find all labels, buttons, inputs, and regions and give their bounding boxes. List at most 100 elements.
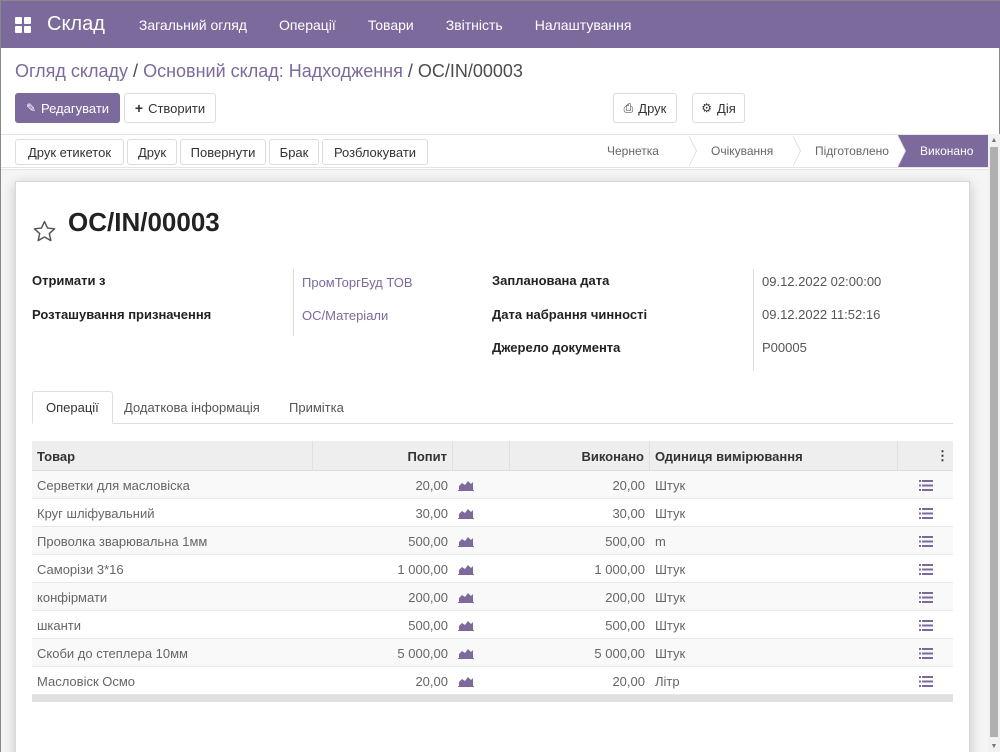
table-row[interactable]: Круг шліфувальний 30,00 30,00 Штук [32,499,953,527]
breadcrumb-separator: / [133,61,144,81]
uom-cell: Літр [655,673,680,689]
done-cell[interactable]: 5 000,00 [510,639,650,667]
field-divider [753,269,754,371]
record-title: OC/IN/00003 [68,207,220,237]
breadcrumb-overview[interactable]: Огляд складу [15,61,128,81]
demand-cell: 20,00 [415,673,448,689]
menu-operations[interactable]: Операції [263,1,352,48]
create-button[interactable]: + Створити [124,93,216,123]
uom-cell: Штук [655,477,686,493]
header-product[interactable]: Товар [32,441,313,471]
product-cell[interactable]: Круг шліфувальний [32,499,313,527]
forecast-chart-icon[interactable] [453,667,510,695]
scroll-up-icon[interactable]: ▲ [988,134,1000,146]
gear-icon: ⚙ [701,101,713,115]
action-dropdown-button[interactable]: ⚙ Дія [692,93,745,123]
table-row[interactable]: шканти 500,00 500,00 Штук [32,611,953,639]
details-list-icon[interactable] [898,471,953,499]
stage-waiting: Очікування [689,135,801,167]
menu-reporting[interactable]: Звітність [430,1,519,48]
apps-menu-icon[interactable] [1,1,45,48]
details-list-icon[interactable] [898,667,953,695]
star-icon[interactable] [32,219,57,244]
table-row[interactable]: конфірмати 200,00 200,00 Штук [32,583,953,611]
forecast-chart-icon[interactable] [453,555,510,583]
done-cell[interactable]: 30,00 [510,499,650,527]
forecast-chart-icon[interactable] [453,527,510,555]
source-document-label: Джерело документа [492,340,621,355]
product-cell[interactable]: конфірмати [32,583,313,611]
menu-settings[interactable]: Налаштування [519,1,648,48]
action-label: Дія [717,100,736,116]
print-label: Друк [638,100,667,116]
product-cell[interactable]: шканти [32,611,313,639]
print-dropdown-button[interactable]: ⎙ Друк [613,93,677,123]
header-done[interactable]: Виконано [510,441,650,471]
print-labels-button[interactable]: Друк етикеток [15,139,124,165]
product-cell[interactable]: Масловіск Осмо [32,667,313,695]
demand-cell: 500,00 [408,617,448,633]
tab-note[interactable]: Примітка [276,391,357,424]
forecast-chart-icon[interactable] [453,583,510,611]
table-row[interactable]: Проволка зварювальна 1мм 500,00 500,00 m [32,527,953,555]
vertical-scrollbar[interactable]: ▲ ▼ [988,134,1000,752]
forecast-chart-icon[interactable] [453,639,510,667]
unlock-button[interactable]: Розблокувати [322,139,428,165]
uom-cell: Штук [655,617,686,633]
effective-date-label: Дата набрання чинності [492,307,648,322]
partner-value[interactable]: ПромТоргБуд ТОВ [302,275,413,290]
product-cell[interactable]: Скоби до степлера 10мм [32,639,313,667]
print-button[interactable]: Друк [127,139,177,165]
table-row[interactable]: Серветки для масловіска 20,00 20,00 Штук [32,471,953,499]
destination-value[interactable]: OC/Матеріали [302,308,388,323]
field-divider [293,269,294,336]
details-list-icon[interactable] [898,499,953,527]
done-cell[interactable]: 500,00 [510,611,650,639]
details-list-icon[interactable] [898,583,953,611]
demand-cell: 5 000,00 [397,645,448,661]
tab-operations[interactable]: Операції [32,391,113,424]
demand-cell: 30,00 [415,505,448,521]
product-cell[interactable]: Серветки для масловіска [32,471,313,499]
forecast-chart-icon[interactable] [453,499,510,527]
header-forecast [453,441,510,471]
details-list-icon[interactable] [898,611,953,639]
product-cell[interactable]: Саморізи 3*16 [32,555,313,583]
table-body: Серветки для масловіска 20,00 20,00 Штук Кру… [32,471,953,695]
scroll-down-icon[interactable]: ▼ [988,740,1000,752]
demand-cell: 200,00 [408,589,448,605]
breadcrumb: Огляд складу / Основний склад: Надходжен… [15,61,523,82]
edit-button[interactable]: ✎ Редагувати [15,93,120,123]
partner-label: Отримати з [32,273,106,288]
demand-cell: 1 000,00 [397,561,448,577]
menu-products[interactable]: Товари [352,1,430,48]
app-brand[interactable]: Склад [47,13,105,36]
breadcrumb-receipts[interactable]: Основний склад: Надходження [143,61,403,81]
product-cell[interactable]: Проволка зварювальна 1мм [32,527,313,555]
menu-overview[interactable]: Загальний огляд [123,1,263,48]
details-list-icon[interactable] [898,527,953,555]
details-list-icon[interactable] [898,639,953,667]
table-row[interactable]: Масловіск Осмо 20,00 20,00 Літр [32,667,953,695]
forecast-chart-icon[interactable] [453,611,510,639]
table-row[interactable]: Саморізи 3*16 1 000,00 1 000,00 Штук [32,555,953,583]
scroll-thumb[interactable] [990,147,998,737]
uom-cell: m [655,533,666,549]
done-cell[interactable]: 500,00 [510,527,650,555]
stage-ready: Підготовлено [793,135,906,167]
forecast-chart-icon[interactable] [453,471,510,499]
table-row[interactable]: Скоби до степлера 10мм 5 000,00 5 000,00 Шт… [32,639,953,667]
done-cell[interactable]: 20,00 [510,667,650,695]
scrap-button[interactable]: Брак [269,139,319,165]
done-cell[interactable]: 20,00 [510,471,650,499]
done-cell[interactable]: 1 000,00 [510,555,650,583]
details-list-icon[interactable] [898,555,953,583]
column-options-icon[interactable]: ⋮ [898,441,953,471]
source-document-value: P00005 [762,340,807,355]
tab-additional-info[interactable]: Додаткова інформація [111,391,273,424]
header-uom[interactable]: Одиниця вимірювання [650,441,898,471]
uom-cell: Штук [655,505,686,521]
done-cell[interactable]: 200,00 [510,583,650,611]
return-button[interactable]: Повернути [180,139,266,165]
header-demand[interactable]: Попит [313,441,453,471]
